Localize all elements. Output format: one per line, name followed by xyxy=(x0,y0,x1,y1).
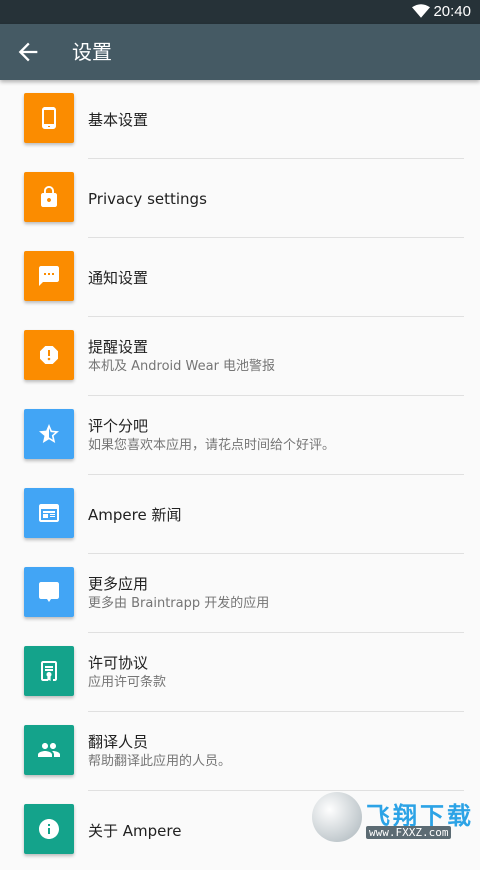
lock-icon xyxy=(41,186,57,207)
settings-item-alerts[interactable]: 提醒设置 本机及 Android Wear 电池警报 xyxy=(0,317,480,396)
item-subtitle: 帮助翻译此应用的人员。 xyxy=(88,754,232,769)
settings-item-license[interactable]: 许可协议 应用许可条款 xyxy=(0,633,480,712)
item-subtitle: 更多由 Braintrapp 开发的应用 xyxy=(88,596,270,611)
tile-privacy xyxy=(24,172,74,222)
tile-notification xyxy=(24,251,74,301)
arrow-back-icon[interactable] xyxy=(14,38,42,66)
info-icon xyxy=(39,819,59,839)
license-icon xyxy=(41,661,57,681)
item-label: 提醒设置 xyxy=(88,338,149,356)
alert-icon xyxy=(40,346,58,364)
settings-item-notification[interactable]: 通知设置 xyxy=(0,238,480,317)
item-label: 更多应用 xyxy=(88,575,149,593)
star-half-icon xyxy=(39,424,59,443)
page-title: 设置 xyxy=(72,40,112,64)
settings-item-privacy[interactable]: Privacy settings xyxy=(0,159,480,238)
chat-bubble-icon xyxy=(39,582,59,602)
item-label: Privacy settings xyxy=(88,189,207,208)
tile-alerts xyxy=(24,330,74,380)
settings-item-basic[interactable]: 基本设置 xyxy=(0,80,480,159)
settings-item-rate[interactable]: 评个分吧 如果您喜欢本应用，请花点时间给个好评。 xyxy=(0,396,480,475)
settings-item-translators[interactable]: 翻译人员 帮助翻译此应用的人员。 xyxy=(0,712,480,791)
tile-license xyxy=(24,646,74,696)
item-subtitle: 应用许可条款 xyxy=(88,675,167,690)
settings-list: 基本设置 Privacy settings 通知设置 提醒设置 本机及 Andr… xyxy=(0,80,480,870)
tile-basic xyxy=(24,93,74,143)
news-icon xyxy=(39,504,59,522)
phone-icon xyxy=(42,107,56,129)
status-time: 20:40 xyxy=(433,3,471,20)
item-subtitle: 本机及 Android Wear 电池警报 xyxy=(88,359,276,374)
item-label: 翻译人员 xyxy=(88,733,149,751)
tile-rate xyxy=(24,409,74,459)
item-label: Ampere 新闻 xyxy=(88,505,182,524)
watermark-url: www.FXXZ.com xyxy=(366,826,452,839)
tile-translators xyxy=(24,725,74,775)
item-subtitle: 如果您喜欢本应用，请花点时间给个好评。 xyxy=(88,438,336,453)
app-bar: 设置 xyxy=(0,24,480,80)
people-icon xyxy=(38,743,60,757)
tile-about xyxy=(24,804,74,854)
watermark: 飞翔下载 www.FXXZ.com xyxy=(312,792,480,844)
tile-more-apps xyxy=(24,567,74,617)
settings-item-news[interactable]: Ampere 新闻 xyxy=(0,475,480,554)
settings-item-more-apps[interactable]: 更多应用 更多由 Braintrapp 开发的应用 xyxy=(0,554,480,633)
watermark-logo-icon xyxy=(312,792,362,842)
item-label: 通知设置 xyxy=(88,268,149,287)
wifi-icon xyxy=(412,4,430,18)
message-icon xyxy=(39,266,59,286)
item-label: 许可协议 xyxy=(88,654,149,672)
status-bar: 20:40 xyxy=(0,0,480,24)
tile-news xyxy=(24,488,74,538)
item-label: 评个分吧 xyxy=(88,417,149,435)
item-label: 基本设置 xyxy=(88,110,149,129)
